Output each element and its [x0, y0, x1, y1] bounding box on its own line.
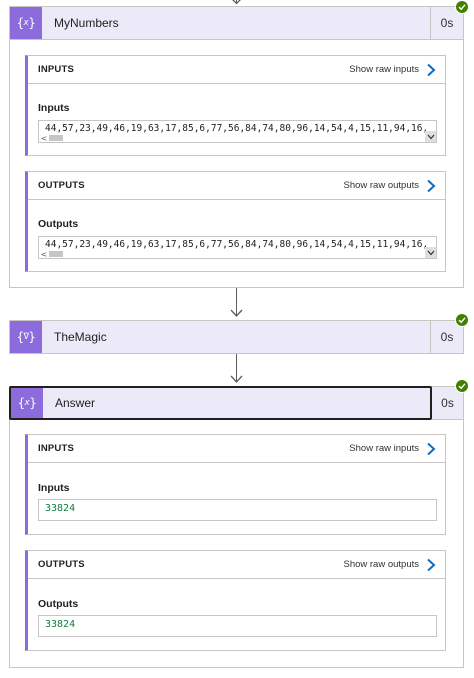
- field-label: Outputs: [38, 218, 79, 230]
- filter-variable-icon: {∇}: [10, 321, 42, 353]
- horizontal-scrollbar[interactable]: <: [39, 134, 436, 142]
- section-title: INPUTS: [38, 443, 75, 454]
- success-check-icon: [455, 313, 469, 327]
- scroll-left-icon[interactable]: <: [39, 250, 49, 259]
- inputs-value[interactable]: 44,57,23,49,46,19,63,17,85,6,77,56,84,74…: [38, 120, 437, 143]
- success-check-icon: [455, 379, 469, 393]
- scroll-thumb[interactable]: [49, 135, 63, 141]
- inputs-value[interactable]: 33824: [38, 499, 437, 521]
- value-text: 44,57,23,49,46,19,63,17,85,6,77,56,84,74…: [45, 239, 429, 250]
- outputs-section: OUTPUTS Show raw outputs Outputs 33824: [25, 550, 446, 651]
- horizontal-scrollbar[interactable]: <: [39, 250, 436, 258]
- chevron-right-icon[interactable]: [425, 558, 437, 572]
- down-arrow-icon: [230, 309, 243, 317]
- section-title: INPUTS: [38, 64, 75, 75]
- show-raw-inputs-link[interactable]: Show raw inputs: [349, 64, 419, 75]
- show-raw-outputs-link[interactable]: Show raw outputs: [343, 559, 419, 570]
- inputs-section: INPUTS Show raw inputs Inputs 33824: [25, 434, 446, 535]
- expand-chevron-icon[interactable]: [425, 131, 436, 142]
- chevron-right-icon[interactable]: [425, 179, 437, 193]
- field-label: Inputs: [38, 102, 70, 114]
- value-text: 44,57,23,49,46,19,63,17,85,6,77,56,84,74…: [45, 123, 429, 134]
- down-arrow-icon: [230, 375, 243, 383]
- success-check-icon: [455, 0, 469, 14]
- action-title: MyNumbers: [54, 16, 119, 30]
- action-header-themagic[interactable]: {∇} TheMagic 0s: [9, 320, 464, 354]
- show-raw-outputs-link[interactable]: Show raw outputs: [343, 180, 419, 191]
- inputs-section: INPUTS Show raw inputs Inputs 44,57,23,4…: [25, 55, 446, 156]
- scroll-left-icon[interactable]: <: [39, 134, 49, 143]
- action-title: TheMagic: [54, 330, 107, 344]
- chevron-right-icon[interactable]: [425, 63, 437, 77]
- action-header-answer[interactable]: {x} Answer: [9, 386, 432, 420]
- show-raw-inputs-link[interactable]: Show raw inputs: [349, 443, 419, 454]
- variable-icon: {x}: [10, 7, 42, 39]
- outputs-value[interactable]: 33824: [38, 615, 437, 637]
- scroll-thumb[interactable]: [49, 251, 63, 257]
- action-header-mynumbers[interactable]: {x} MyNumbers 0s: [9, 6, 464, 40]
- variable-icon: {x}: [11, 388, 43, 418]
- action-duration: 0s: [441, 396, 454, 410]
- section-title: OUTPUTS: [38, 559, 85, 570]
- action-title: Answer: [55, 396, 96, 410]
- expand-chevron-icon[interactable]: [425, 247, 436, 258]
- chevron-right-icon[interactable]: [425, 442, 437, 456]
- outputs-value[interactable]: 44,57,23,49,46,19,63,17,85,6,77,56,84,74…: [38, 236, 437, 259]
- field-label: Inputs: [38, 482, 70, 494]
- section-title: OUTPUTS: [38, 180, 85, 191]
- outputs-section: OUTPUTS Show raw outputs Outputs 44,57,2…: [25, 171, 446, 272]
- field-label: Outputs: [38, 598, 79, 610]
